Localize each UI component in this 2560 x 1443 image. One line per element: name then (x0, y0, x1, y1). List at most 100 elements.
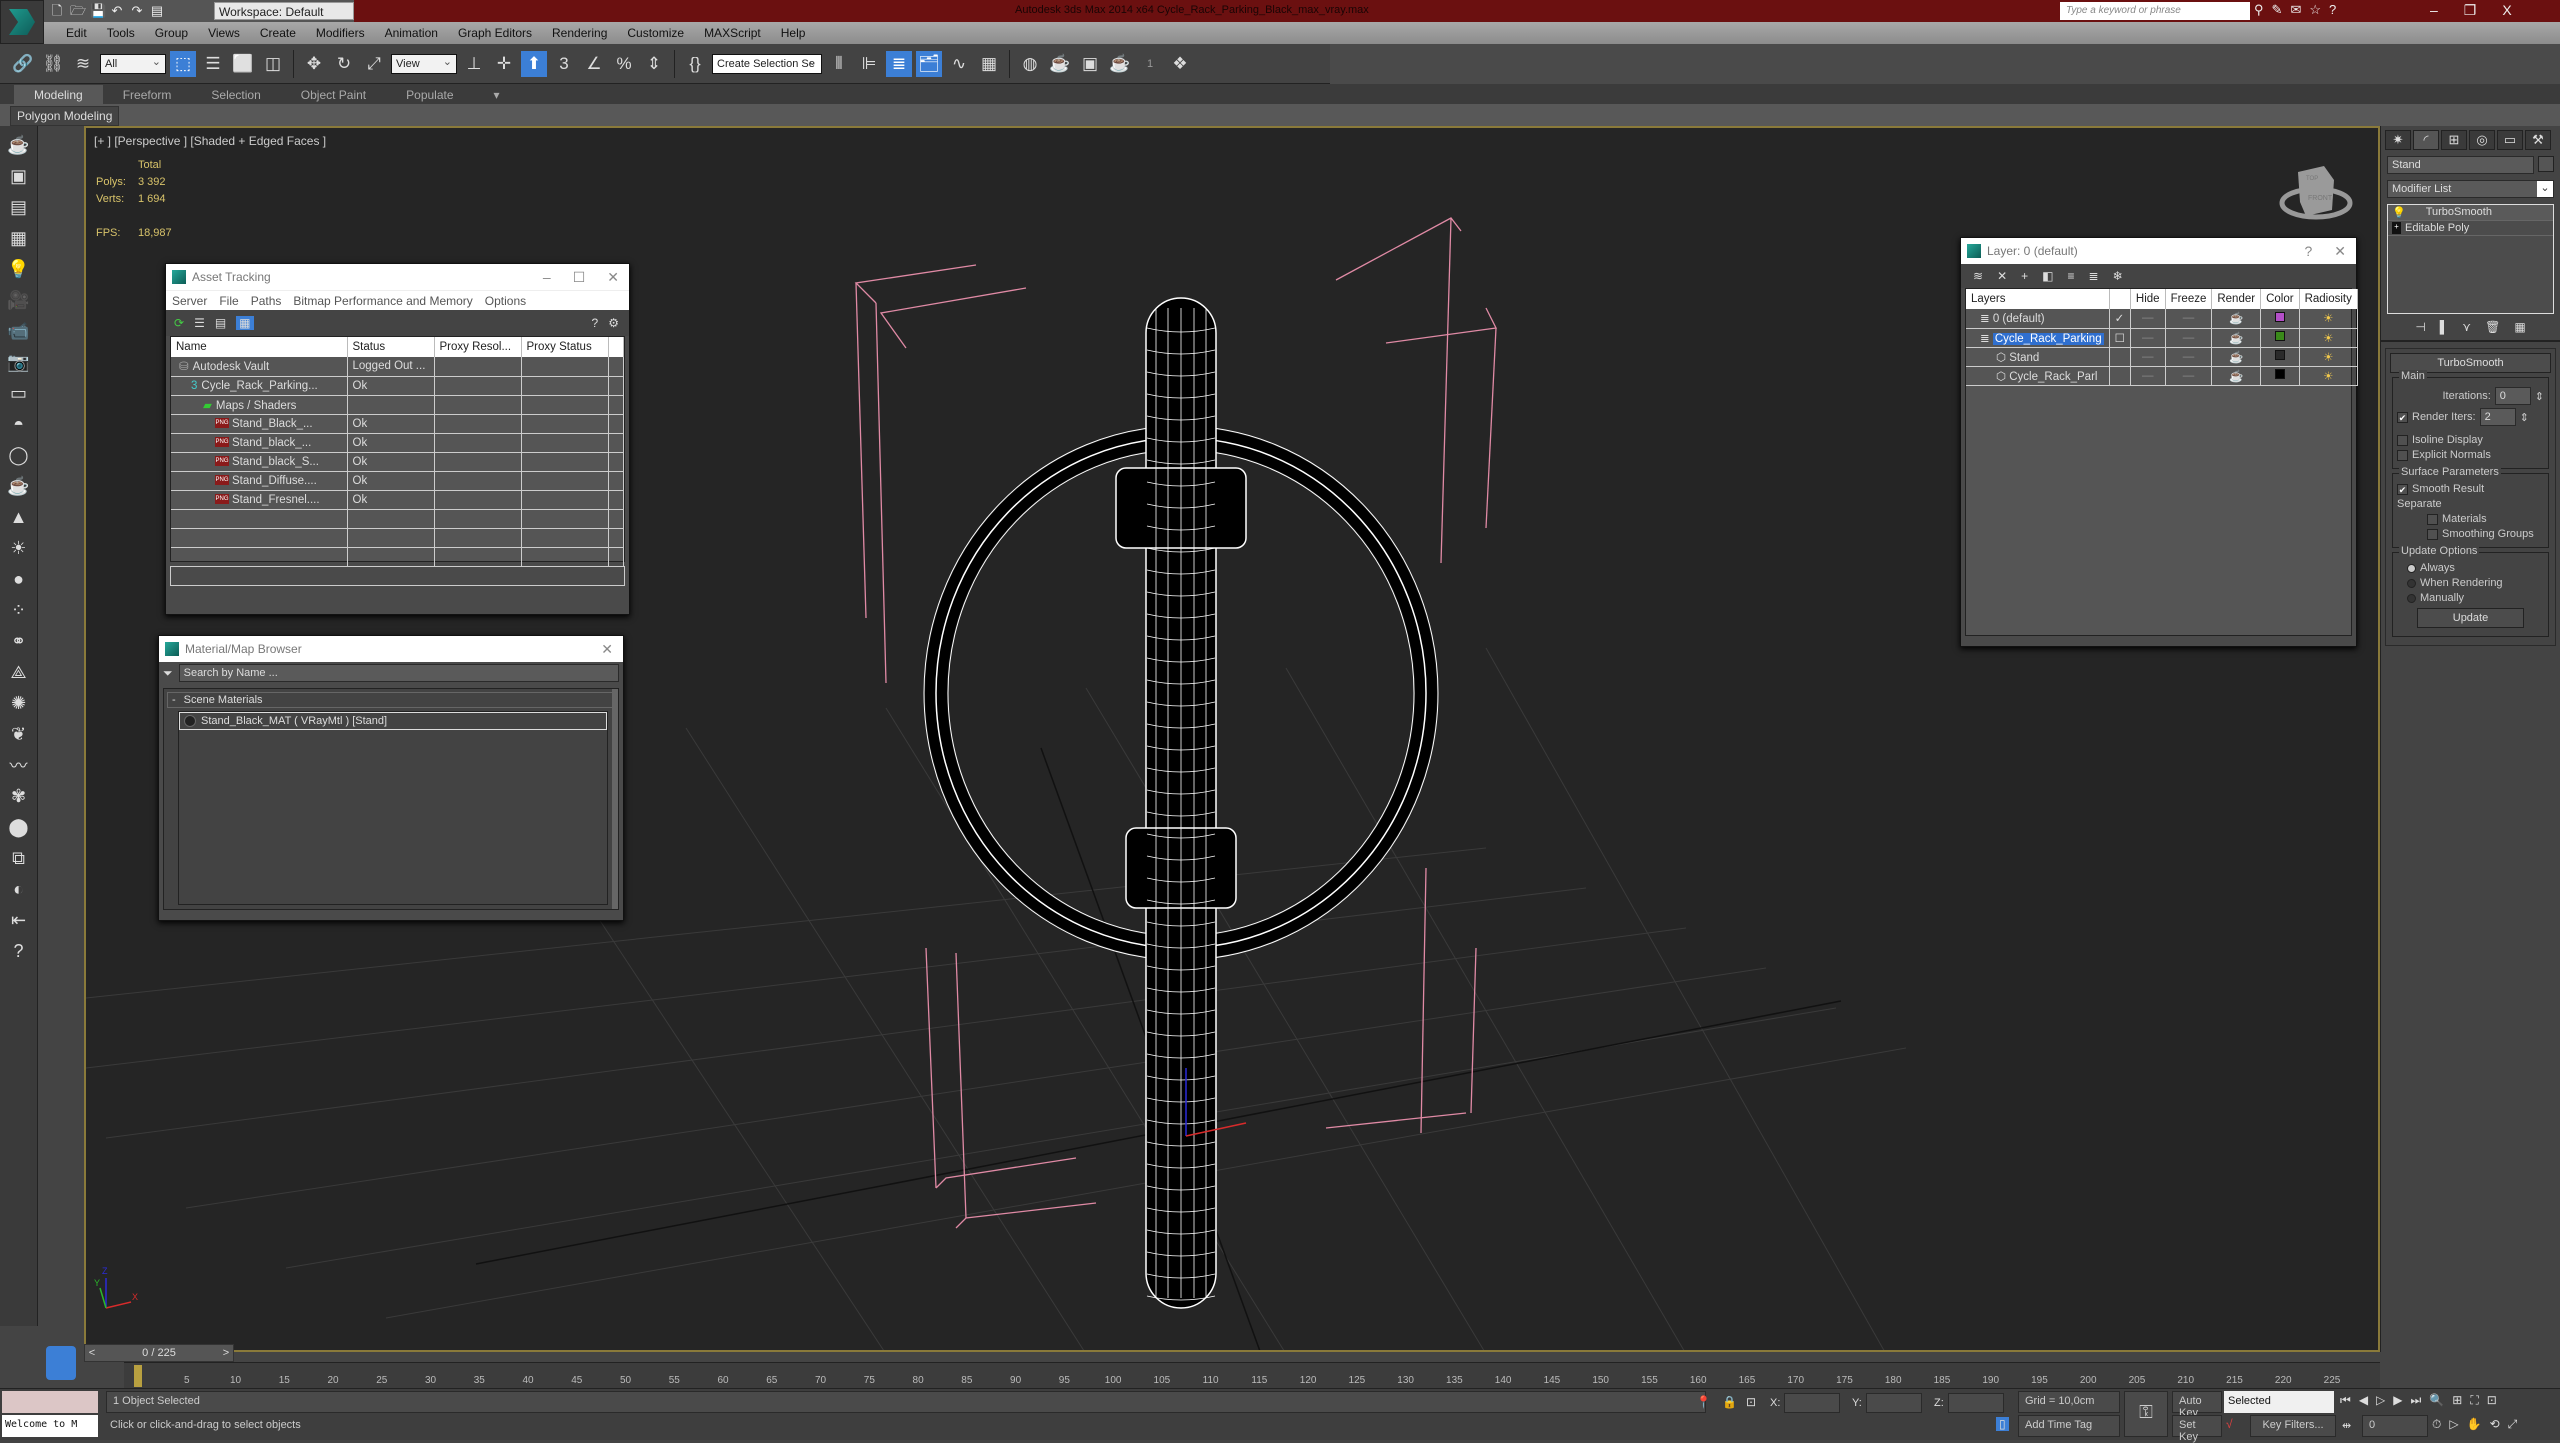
vray-icon[interactable]: ❖ (1167, 51, 1193, 77)
pan-hand-icon[interactable]: ✋ (2467, 1417, 2482, 1432)
menu-tools[interactable]: Tools (97, 26, 145, 40)
render-teapot-icon[interactable]: ☕ (2211, 328, 2262, 348)
hide-toggle[interactable]: — (2130, 366, 2166, 386)
hide-toggle[interactable]: — (2130, 309, 2166, 329)
layer-manager-titlebar[interactable]: Layer: 0 (default) ? ✕ (1961, 238, 2356, 264)
help-search-input[interactable]: Type a keyword or phrase (2060, 2, 2250, 20)
minimize-button[interactable]: – (2430, 2, 2438, 19)
spinner-snap-icon[interactable]: ⇕ (641, 51, 667, 77)
vault-help-icon[interactable]: ? (592, 316, 599, 330)
save-icon[interactable]: 💾 (90, 4, 106, 18)
tab-object-paint[interactable]: Object Paint (281, 85, 386, 104)
material-icon[interactable]: ⧉ (6, 845, 32, 871)
menu-maxscript[interactable]: MAXScript (694, 26, 771, 40)
camera-target-icon[interactable]: 📹 (6, 318, 32, 344)
show-end-result-icon[interactable]: ▌ (2440, 320, 2449, 334)
select-by-name-icon[interactable]: ☰ (200, 51, 226, 77)
rotate-icon[interactable]: ↻ (331, 51, 357, 77)
freeze-toggle[interactable]: — (2165, 309, 2213, 329)
ies-light-icon[interactable]: ☕ (6, 473, 32, 499)
add-time-tag[interactable]: Add Time Tag (2018, 1415, 2120, 1437)
snaps-toggle-icon[interactable]: 3 (551, 51, 577, 77)
rendered-frame-window-icon[interactable]: ▣ (1077, 51, 1103, 77)
project-folder-icon[interactable]: ▤ (150, 4, 164, 18)
fur-icon[interactable]: ❦ (6, 721, 32, 747)
import-icon[interactable]: ⇤ (6, 907, 32, 933)
percent-snap-icon[interactable]: % (611, 51, 637, 77)
select-object-icon[interactable]: ⬚ (170, 50, 196, 77)
menu-file[interactable]: File (219, 294, 238, 308)
tree-view-icon[interactable]: ▤ (215, 316, 226, 330)
asset-row[interactable]: PNG Stand_Diffuse.... Ok (171, 471, 624, 491)
time-prev-button[interactable]: < (85, 1347, 99, 1359)
maxscript-mini-listener-pink[interactable] (2, 1391, 98, 1413)
hide-toggle[interactable]: — (2130, 328, 2166, 348)
communication-icon[interactable]: ✉ (2290, 2, 2301, 18)
key-filters-button[interactable]: Key Filters... (2250, 1415, 2336, 1437)
y-coordinate-field[interactable] (1866, 1393, 1922, 1413)
go-to-start-icon[interactable]: ⏮ (2340, 1393, 2351, 1408)
menu-modifiers[interactable]: Modifiers (306, 26, 375, 40)
named-selection-dropdown[interactable]: Create Selection Se (712, 53, 822, 74)
render-teapot-icon[interactable]: ☕ (2211, 347, 2262, 367)
col-name[interactable]: Name (171, 337, 348, 357)
isoline-display-checkbox[interactable] (2397, 434, 2408, 446)
lightbulb-icon[interactable]: 💡 (2392, 206, 2406, 219)
layer-color-swatch[interactable] (2260, 366, 2300, 386)
ornatrix-icon[interactable]: ✾ (6, 783, 32, 809)
asset-row[interactable]: 3 Cycle_Rack_Parking... Ok (171, 376, 624, 396)
make-unique-icon[interactable]: ⋎ (2462, 320, 2471, 334)
close-button[interactable]: ✕ (2334, 243, 2346, 260)
keyboard-shortcut-override-icon[interactable]: ⬆ (521, 50, 547, 77)
update-always-radio[interactable] (2407, 563, 2416, 573)
maximize-viewport-icon[interactable]: ⤢ (2508, 1417, 2518, 1432)
time-tag-icon[interactable]: ▯ (1996, 1417, 2009, 1431)
spinner-arrows-icon[interactable]: ⇕ (2520, 411, 2529, 424)
radiosity-icon[interactable]: ☀ (2299, 347, 2358, 367)
col-layers[interactable]: Layers (1966, 289, 2110, 309)
layer-row[interactable]: ⬡ Stand — — ☕ ☀ (1966, 347, 2358, 367)
tab-populate[interactable]: Populate (386, 85, 473, 104)
render-iters-spinner[interactable]: 2 (2479, 408, 2516, 426)
hide-all-icon[interactable]: ≣ (2089, 269, 2099, 283)
ribbon-options-icon[interactable]: ▾ (474, 85, 520, 104)
select-objects-icon[interactable]: ◧ (2042, 269, 2053, 283)
col-proxy-resolution[interactable]: Proxy Resol... (434, 337, 522, 357)
asset-row[interactable]: ▰ Maps / Shaders (171, 395, 624, 415)
table-icon[interactable]: ▦ (6, 225, 32, 251)
camera-icon[interactable]: 🎥 (6, 287, 32, 313)
light-lister-icon[interactable]: 💡 (6, 256, 32, 282)
stack-item-editable-poly[interactable]: + Editable Poly (2388, 220, 2553, 236)
smooth-result-checkbox[interactable]: ✔ (2397, 483, 2408, 495)
teapot-icon[interactable]: ☕ (6, 132, 32, 158)
zoom-extents-icon[interactable]: ⛶ (2470, 1393, 2478, 1408)
render-production-icon[interactable]: ☕ (1107, 51, 1133, 77)
tab-freeform[interactable]: Freeform (103, 85, 192, 104)
asset-tracking-titlebar[interactable]: Asset Tracking – ☐ ✕ (166, 264, 629, 290)
modify-tab-icon[interactable]: ◜ (2413, 130, 2439, 150)
delete-layer-icon[interactable]: ✕ (1997, 269, 2007, 283)
material-editor-icon[interactable]: ◍ (1017, 51, 1043, 77)
asset-row[interactable]: PNG Stand_Fresnel.... Ok (171, 490, 624, 510)
close-button[interactable]: ✕ (607, 269, 619, 286)
sphere-light-icon[interactable]: ◯ (6, 442, 32, 468)
time-cursor[interactable] (134, 1365, 142, 1387)
col-radiosity[interactable]: Radiosity (2299, 289, 2358, 309)
previous-frame-icon[interactable]: ◀ (2359, 1393, 2368, 1408)
highlight-layer-icon[interactable]: ≡ (2067, 269, 2074, 283)
scene-explorer-icon[interactable]: 🗂 (916, 50, 942, 77)
layer-row[interactable]: ≣ Cycle_Rack_Parking ☐ — — ☕ ☀ (1966, 328, 2358, 348)
time-config-icon[interactable]: ⏱ (2432, 1417, 2441, 1432)
track-bar[interactable]: 0510152025303540455055606570758085909510… (124, 1362, 2380, 1388)
physical-camera-icon[interactable]: 📷 (6, 349, 32, 375)
material-item[interactable]: Stand_Black_MAT ( VRayMtl ) [Stand] (179, 712, 607, 730)
table-view-icon[interactable]: ▦ (236, 316, 254, 330)
displacement-icon[interactable]: ✺ (6, 690, 32, 716)
render-teapot-icon[interactable]: ☕ (2211, 366, 2262, 386)
update-button[interactable]: Update (2417, 608, 2524, 628)
field-of-view-icon[interactable]: ▷ (2449, 1417, 2458, 1432)
redo-icon[interactable]: ↷ (130, 4, 144, 18)
radiosity-icon[interactable]: ☀ (2299, 328, 2358, 348)
configure-sets-icon[interactable]: ▦ (2514, 320, 2525, 334)
object-properties-icon[interactable]: ◐ (6, 876, 32, 902)
